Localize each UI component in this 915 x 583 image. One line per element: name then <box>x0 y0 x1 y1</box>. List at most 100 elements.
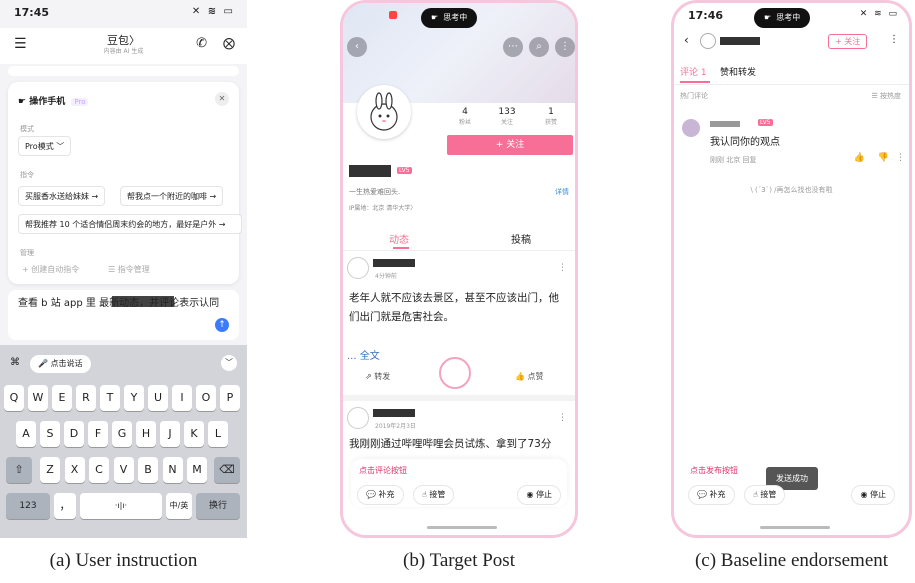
key-s[interactable]: S <box>40 421 60 447</box>
comment-more-icon[interactable]: ⋮ <box>896 153 905 163</box>
status-time-c: 17:46 <box>688 9 724 22</box>
share-button[interactable]: ⇗ 转发 <box>365 371 390 382</box>
post-card-1[interactable]: 4分钟前 ⋮ 老年人就不应该去景区，甚至不应该出门，他们出门就是危害社会。 ..… <box>343 253 575 393</box>
supplement-label-c: 补充 <box>709 490 726 499</box>
author-redacted-c <box>720 37 760 45</box>
backspace-key[interactable]: ⌫ <box>214 457 240 483</box>
comment-like-icon[interactable]: 👍 <box>854 153 865 163</box>
command-chip-3[interactable]: 帮我推荐 10 个适合情侣周末约会的地方，最好是户外 → <box>18 214 242 234</box>
key-j[interactable]: J <box>160 421 180 447</box>
key-t[interactable]: T <box>100 385 120 411</box>
agent-hint: 点击评论按钮 <box>359 466 407 475</box>
instruction-input[interactable]: 查看 b 站 app 里 最新动态，并评论表示认同 ↑ <box>8 290 239 340</box>
phone-call-icon[interactable]: ✆ <box>196 36 207 51</box>
close-icon[interactable]: ✕ <box>215 92 229 106</box>
stat-likes[interactable]: 1 获赞 <box>533 107 569 126</box>
status-icons: ✕ ≋ ▭ <box>191 6 235 17</box>
like-button[interactable]: 👍 点赞 <box>515 371 544 382</box>
key-y[interactable]: Y <box>124 385 144 411</box>
search-icon[interactable]: ⌕ <box>529 37 549 57</box>
tab-likes-reposts[interactable]: 赞和转发 <box>720 65 756 78</box>
more-icon-c[interactable]: ⋮ <box>889 34 899 45</box>
key-h[interactable]: H <box>136 421 156 447</box>
comment-text: 我认同你的观点 <box>710 137 780 148</box>
key-x[interactable]: X <box>64 457 85 483</box>
key-l[interactable]: L <box>208 421 228 447</box>
keyboard-grid-icon[interactable]: ⌘ <box>10 357 20 368</box>
post2-more-icon[interactable]: ⋮ <box>558 413 567 423</box>
send-icon[interactable]: ↑ <box>215 318 229 332</box>
comma-key[interactable]: ， <box>54 493 76 519</box>
key-b[interactable]: B <box>138 457 158 483</box>
post-card-2[interactable]: 2019年2月3日 ⋮ 我刚刚通过哔哩哔哩会员试炼、拿到了73分 <box>343 403 575 463</box>
command-chip-1[interactable]: 买服香水送给妹妹 → <box>18 186 106 206</box>
back-icon-c[interactable]: ‹ <box>684 33 689 47</box>
fans-label: 粉丝 <box>458 119 471 126</box>
key-c[interactable]: C <box>89 457 109 483</box>
space-key[interactable]: ·ı|ı· <box>80 493 162 519</box>
takeover-button[interactable]: ☝ 接管 <box>413 485 455 505</box>
tab-videos[interactable]: 投稿 <box>511 231 531 246</box>
like-label: 点赞 <box>527 372 544 381</box>
more-icon[interactable]: ⋮ <box>555 37 575 57</box>
key-r[interactable]: R <box>76 385 96 411</box>
phone-screen-endorsement: 17:46 ☛ 思考中 ✕ ≋ ▭ ‹ + 关注 ⋮ 评论 1 赞和转发 热门评… <box>671 0 912 538</box>
back-icon[interactable]: ‹ <box>347 37 367 57</box>
command-chip-2[interactable]: 帮我点一个附近的咖啡 → <box>120 186 224 206</box>
post-time: 4分钟前 <box>375 273 397 280</box>
key-w[interactable]: W <box>28 385 48 411</box>
lang-switch-key[interactable]: 中/英 <box>166 493 192 519</box>
key-m[interactable]: M <box>187 457 207 483</box>
tab-dynamics[interactable]: 动态 <box>389 231 409 246</box>
collapse-keyboard-icon[interactable]: ﹀ <box>221 355 237 371</box>
message-icon[interactable]: ⋯ <box>503 37 523 57</box>
key-k[interactable]: K <box>184 421 204 447</box>
detail-link[interactable]: 详情 <box>555 187 569 197</box>
stat-fans[interactable]: 4 粉丝 <box>447 107 483 126</box>
comment-dislike-icon[interactable]: 👎 <box>878 153 889 163</box>
commands-label: 指令 <box>20 171 34 179</box>
sort-button[interactable]: ☰ 按热度 <box>871 91 901 101</box>
mode-select[interactable]: Pro模式 ﹀ <box>18 136 72 156</box>
post-author-redacted <box>373 259 415 267</box>
avatar[interactable] <box>357 85 411 139</box>
profile-tabs: 动态 投稿 <box>343 225 575 251</box>
enter-key[interactable]: 换行 <box>196 493 240 519</box>
key-z[interactable]: Z <box>40 457 60 483</box>
commenter-avatar <box>682 119 700 137</box>
stop-button[interactable]: ◉ 停止 <box>517 485 561 505</box>
stop-button-c[interactable]: ◉ 停止 <box>851 485 895 505</box>
post2-avatar <box>347 407 369 429</box>
mute-icon[interactable]: ⨂ <box>223 36 235 50</box>
follow-button[interactable]: + 关注 <box>447 135 573 155</box>
supplement-button[interactable]: 💬 补充 <box>357 485 404 505</box>
key-a[interactable]: A <box>16 421 36 447</box>
supplement-button-c[interactable]: 💬 补充 <box>688 485 735 505</box>
post-more-icon[interactable]: ⋮ <box>558 263 567 273</box>
key-u[interactable]: U <box>148 385 168 411</box>
follow-button-c[interactable]: + 关注 <box>828 34 868 49</box>
tab-comments[interactable]: 评论 1 <box>680 65 707 78</box>
key-f[interactable]: F <box>88 421 108 447</box>
bunny-avatar-icon <box>370 92 398 131</box>
record-icon <box>389 11 397 19</box>
voice-input-button[interactable]: 🎤 点击说话 <box>30 355 91 373</box>
key-v[interactable]: V <box>113 457 134 483</box>
key-i[interactable]: I <box>172 385 192 411</box>
key-p[interactable]: P <box>220 385 240 411</box>
key-n[interactable]: N <box>162 457 183 483</box>
create-command-button[interactable]: + 创建自动指令 <box>22 264 79 275</box>
key-e[interactable]: E <box>52 385 72 411</box>
expand-link[interactable]: ... 全文 <box>347 347 380 362</box>
shift-key[interactable]: ⇧ <box>6 457 32 483</box>
stat-following[interactable]: 133 关注 <box>489 107 525 126</box>
post-text: 老年人就不应该去景区，甚至不应该出门，他们出门就是危害社会。 <box>349 292 559 323</box>
agent-control-bar-c: 点击发布按钮 💬 补充 ☝ 接管 ◉ 停止 <box>682 459 901 507</box>
key-d[interactable]: D <box>64 421 84 447</box>
key-q[interactable]: Q <box>4 385 24 411</box>
numbers-key[interactable]: 123 <box>6 493 50 519</box>
manage-commands-button[interactable]: ☰ 指令管理 <box>108 264 150 275</box>
takeover-button-c[interactable]: ☝ 接管 <box>744 485 786 505</box>
key-g[interactable]: G <box>112 421 132 447</box>
key-o[interactable]: O <box>196 385 216 411</box>
